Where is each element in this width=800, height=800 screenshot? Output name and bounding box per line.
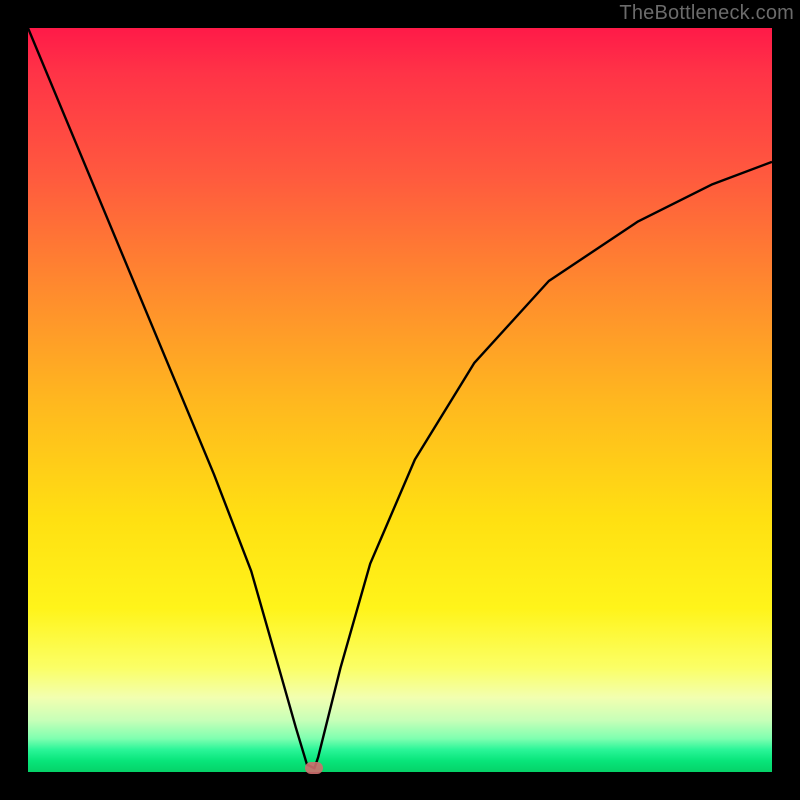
- plot-area: [28, 28, 772, 772]
- chart-frame: TheBottleneck.com: [0, 0, 800, 800]
- watermark-text: TheBottleneck.com: [619, 2, 794, 25]
- curve-layer: [28, 28, 772, 772]
- optimal-point-marker: [305, 762, 323, 774]
- bottleneck-curve: [28, 28, 772, 768]
